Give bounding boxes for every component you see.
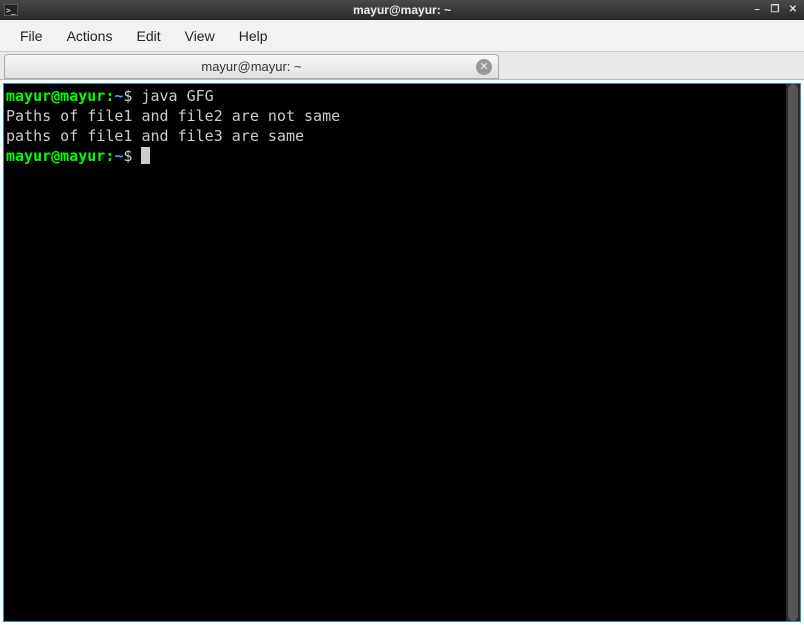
tab-title: mayur@mayur: ~ xyxy=(201,59,301,74)
tab-close-icon[interactable]: ✕ xyxy=(476,59,492,75)
menu-file[interactable]: File xyxy=(8,24,55,48)
minimize-button[interactable]: – xyxy=(750,3,764,17)
terminal-output-line: Paths of file1 and file2 are not same xyxy=(6,106,784,126)
terminal-border: mayur@mayur:~$ java GFGPaths of file1 an… xyxy=(3,83,801,622)
terminal-cursor xyxy=(141,147,150,164)
menubar: File Actions Edit View Help xyxy=(0,20,804,52)
maximize-button[interactable]: ❐ xyxy=(768,3,782,17)
window-controls: – ❐ ✕ xyxy=(750,3,800,17)
terminal-app-icon: >_ xyxy=(4,3,18,17)
terminal-prompt-line: mayur@mayur:~$ xyxy=(6,146,784,166)
scrollbar[interactable] xyxy=(786,84,800,621)
terminal-output[interactable]: mayur@mayur:~$ java GFGPaths of file1 an… xyxy=(4,84,786,621)
window-title: mayur@mayur: ~ xyxy=(353,3,451,17)
terminal-output-line: paths of file1 and file3 are same xyxy=(6,126,784,146)
scrollbar-thumb[interactable] xyxy=(788,84,798,621)
close-button[interactable]: ✕ xyxy=(786,3,800,17)
svg-text:>_: >_ xyxy=(6,6,16,15)
terminal-container: mayur@mayur:~$ java GFGPaths of file1 an… xyxy=(0,80,804,625)
tab-terminal-1[interactable]: mayur@mayur: ~ ✕ xyxy=(4,54,499,79)
terminal-prompt-line: mayur@mayur:~$ java GFG xyxy=(6,86,784,106)
menu-actions[interactable]: Actions xyxy=(55,24,125,48)
menu-help[interactable]: Help xyxy=(227,24,280,48)
titlebar: >_ mayur@mayur: ~ – ❐ ✕ xyxy=(0,0,804,20)
menu-view[interactable]: View xyxy=(173,24,227,48)
menu-edit[interactable]: Edit xyxy=(124,24,172,48)
tabbar: mayur@mayur: ~ ✕ xyxy=(0,52,804,80)
